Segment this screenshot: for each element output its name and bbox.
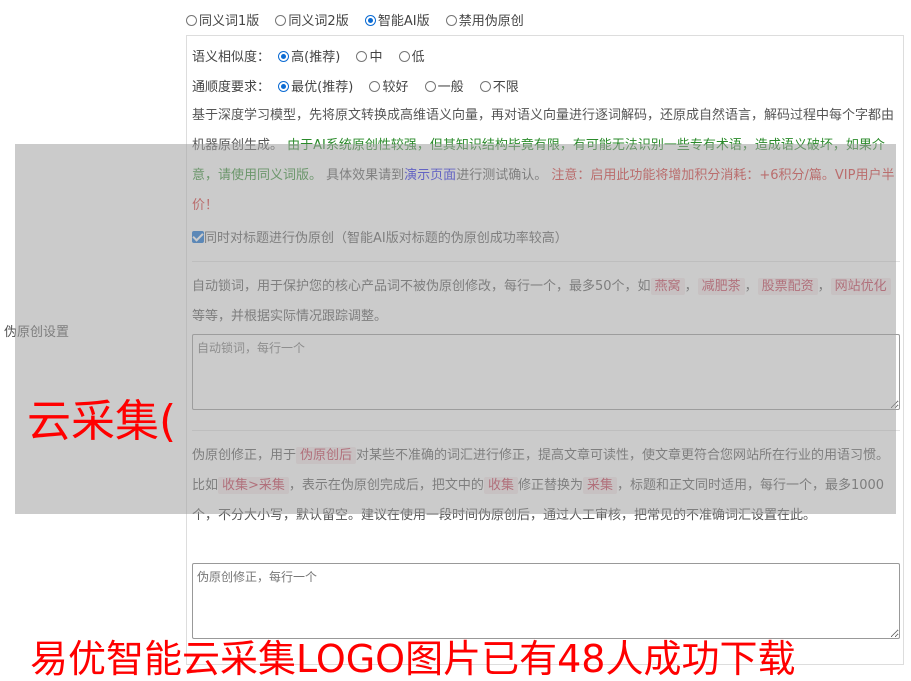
radio-icon[interactable] — [445, 15, 457, 26]
mode-option-disable[interactable]: 禁用伪原创 — [445, 10, 524, 29]
fluency-label: 通顺度要求： — [192, 80, 271, 95]
watermark-caption: 易优智能云采集LOGO图片已有48人成功下载 — [30, 637, 796, 681]
mode-selector: 同义词1版 同义词2版 智能AI版 禁用伪原创 — [186, 10, 536, 29]
ai-description: 基于深度学习模型，先将原文转换成高维语义向量，再对语义向量进行逐词解码，还原成自… — [192, 108, 895, 213]
radio-icon[interactable] — [186, 15, 197, 26]
lock-words-input[interactable] — [192, 334, 900, 410]
divider — [192, 430, 900, 431]
mode-option-synonym2[interactable]: 同义词2版 — [275, 10, 349, 29]
radio-checked-icon[interactable] — [364, 15, 376, 26]
example-tag: 股票配资 — [757, 278, 818, 295]
radio-checked-icon[interactable] — [278, 51, 290, 62]
setting-label: 伪原创设置 — [4, 325, 70, 340]
example-tag: 收集 — [483, 477, 518, 494]
fluency-best[interactable]: 最优(推荐) — [278, 76, 353, 95]
checkbox-checked-icon[interactable] — [192, 231, 204, 243]
similarity-row: 语义相似度： 高(推荐) 中 低 — [192, 46, 437, 65]
similarity-label: 语义相似度： — [192, 50, 271, 65]
correction-input[interactable] — [192, 563, 900, 639]
radio-icon[interactable] — [275, 15, 287, 26]
example-tag: 燕窝 — [650, 278, 685, 295]
lock-words-description: 自动锁词，用于保护您的核心产品词不被伪原创修改，每行一个，最多50个，如 燕窝，减… — [192, 272, 900, 332]
fluency-good[interactable]: 较好 — [369, 76, 408, 95]
example-tag: 减肥茶 — [697, 278, 745, 295]
fluency-row: 通顺度要求： 最优(推荐) 较好 一般 不限 — [192, 76, 531, 95]
similarity-medium[interactable]: 中 — [356, 46, 382, 65]
similarity-low[interactable]: 低 — [398, 46, 425, 65]
example-tag: 采集 — [582, 477, 617, 494]
example-tag: 网站优化 — [830, 278, 891, 295]
watermark-text: 云采集( — [27, 396, 177, 447]
mode-option-ai[interactable]: 智能AI版 — [364, 10, 430, 29]
demo-page-link[interactable]: 演示页面 — [404, 168, 456, 183]
fluency-any[interactable]: 不限 — [479, 76, 519, 95]
radio-icon[interactable] — [398, 51, 410, 62]
example-tag: 伪原创后 — [296, 447, 357, 464]
fluency-normal[interactable]: 一般 — [424, 76, 464, 95]
divider — [192, 261, 900, 262]
correction-description: 伪原创修正，用于 伪原创后 对某些不准确的词汇进行修正，提高文章可读性，使文章更符合… — [192, 447, 890, 523]
mode-option-synonym1[interactable]: 同义词1版 — [186, 10, 259, 29]
radio-icon[interactable] — [424, 81, 436, 92]
similarity-high[interactable]: 高(推荐) — [278, 46, 340, 65]
radio-icon[interactable] — [356, 51, 368, 62]
title-rewrite-option[interactable]: 同时对标题进行伪原创（智能AI版对标题的伪原创成功率较高） — [192, 227, 568, 246]
radio-icon[interactable] — [369, 81, 381, 92]
example-tag: 收集>采集 — [218, 477, 289, 494]
radio-checked-icon[interactable] — [278, 81, 290, 92]
radio-icon[interactable] — [479, 81, 491, 92]
